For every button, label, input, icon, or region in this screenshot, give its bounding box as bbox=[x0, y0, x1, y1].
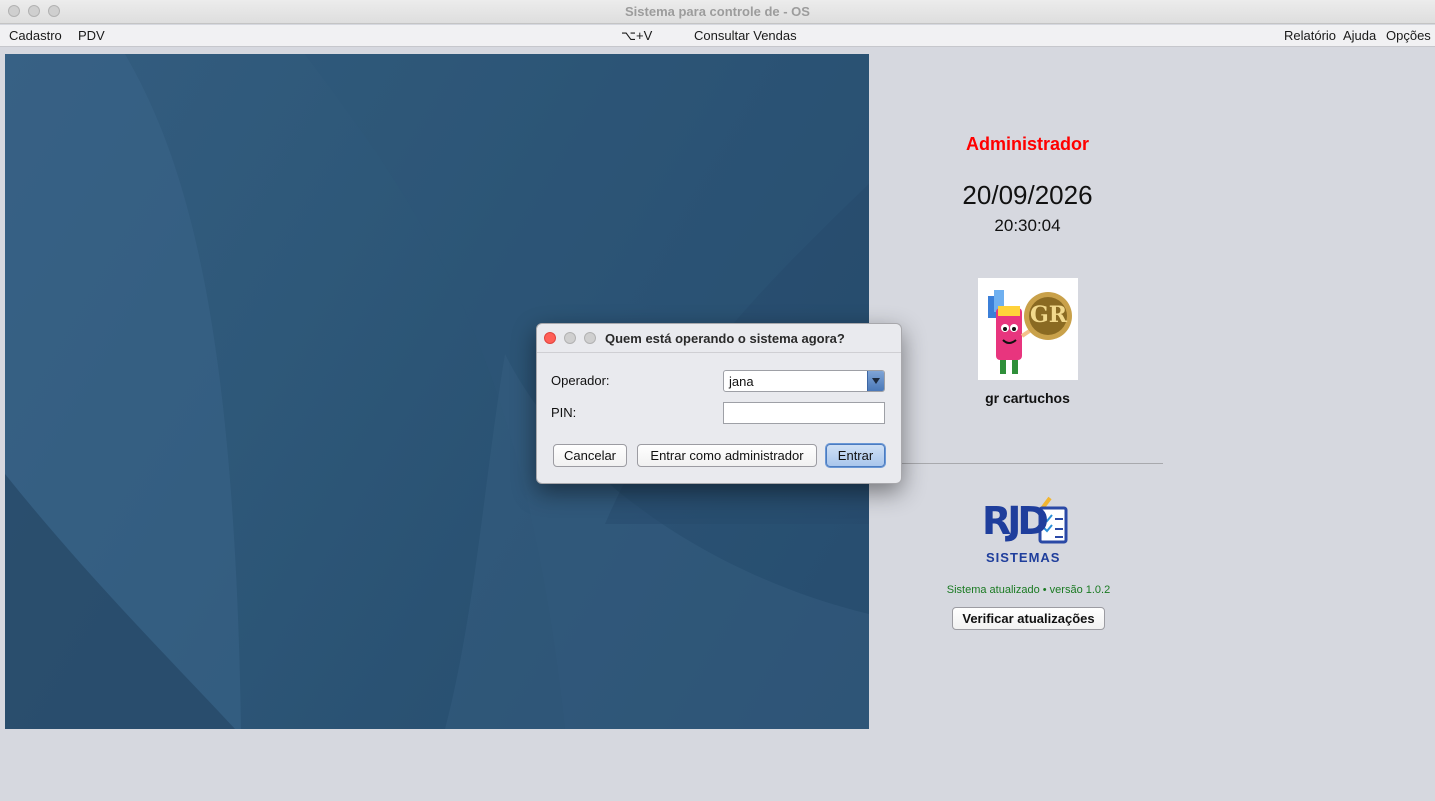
dialog-title: Quem está operando o sistema agora? bbox=[605, 331, 845, 346]
menu-relatorio[interactable]: Relatório bbox=[1284, 28, 1336, 43]
current-time: 20:30:04 bbox=[994, 216, 1061, 235]
menu-ajuda[interactable]: Ajuda bbox=[1343, 28, 1376, 43]
rjd-sistemas-logo: RJD SISTEMAS bbox=[978, 492, 1082, 568]
rjd-logo-subtext: SISTEMAS bbox=[986, 550, 1061, 565]
window-titlebar: Sistema para controle de - OS bbox=[0, 0, 1435, 24]
company-logo-text: GR bbox=[1030, 302, 1068, 328]
rjd-logo-text: RJD bbox=[982, 499, 1049, 543]
menu-opcoes[interactable]: Opções bbox=[1386, 28, 1431, 43]
window-title: Sistema para controle de - OS bbox=[625, 4, 810, 19]
menu-pdv[interactable]: PDV bbox=[78, 28, 105, 43]
check-updates-button[interactable]: Verificar atualizações bbox=[952, 607, 1105, 630]
operator-label: Operador: bbox=[551, 373, 610, 388]
user-role: Administrador bbox=[965, 134, 1089, 154]
operator-selected-value: jana bbox=[729, 374, 754, 389]
dialog-titlebar: Quem está operando o sistema agora? bbox=[537, 324, 901, 353]
menu-cadastro[interactable]: Cadastro bbox=[9, 28, 62, 43]
admin-login-button[interactable]: Entrar como administrador bbox=[637, 444, 817, 467]
current-date: 20/09/2026 bbox=[962, 180, 1093, 210]
pin-input[interactable] bbox=[723, 402, 885, 424]
operator-dialog: Quem está operando o sistema agora? Oper… bbox=[536, 323, 902, 484]
pin-label: PIN: bbox=[551, 405, 577, 420]
cancel-button[interactable]: Cancelar bbox=[553, 444, 627, 467]
menu-consultar-vendas[interactable]: Consultar Vendas bbox=[694, 28, 797, 43]
panel-divider bbox=[892, 463, 1163, 464]
operator-select[interactable]: jana bbox=[723, 370, 885, 392]
company-logo: GR bbox=[978, 278, 1078, 380]
update-status: Sistema atualizado • versão 1.0.2 bbox=[946, 584, 1111, 596]
chevron-down-icon[interactable] bbox=[867, 371, 884, 391]
menu-bar: Cadastro PDV ⌥+V Consultar Vendas Relató… bbox=[0, 25, 1435, 47]
company-name: gr cartuchos bbox=[985, 390, 1070, 406]
dialog-minimize-button bbox=[564, 332, 576, 344]
dialog-close-button[interactable] bbox=[544, 332, 556, 344]
menu-shortcut[interactable]: ⌥+V bbox=[621, 28, 652, 44]
dialog-zoom-button bbox=[584, 332, 596, 344]
info-panel: Administrador 20/09/2026 20:30:04 GR gr … bbox=[880, 120, 1175, 420]
enter-button[interactable]: Entrar bbox=[826, 444, 885, 467]
